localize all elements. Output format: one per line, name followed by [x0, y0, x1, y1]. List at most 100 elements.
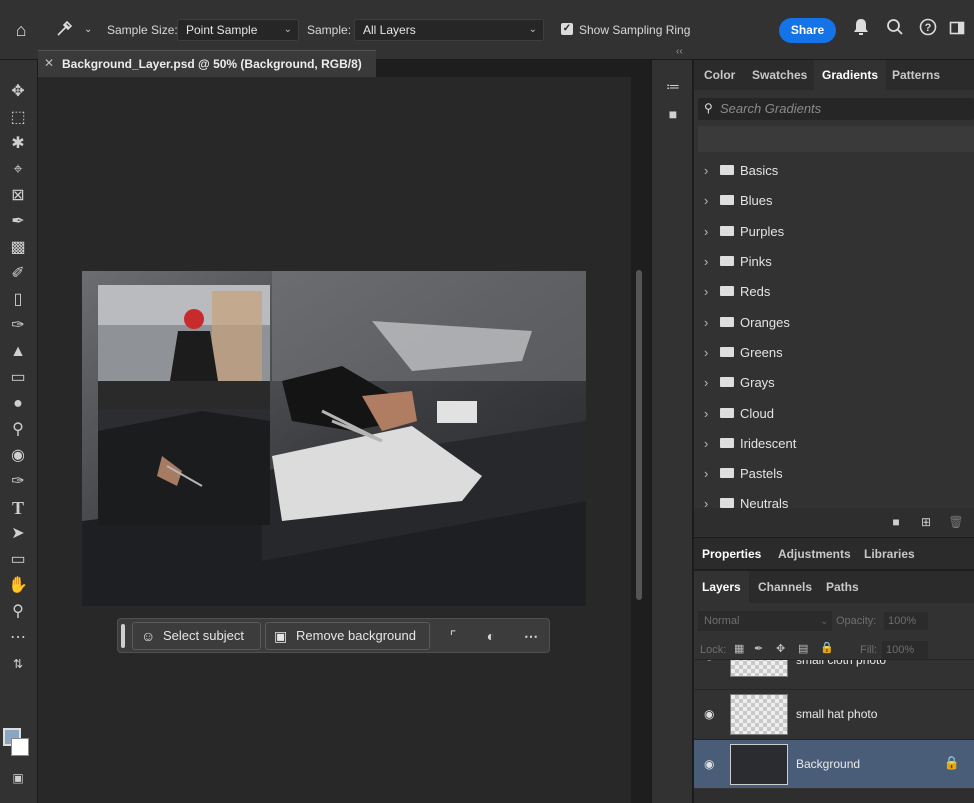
clone-stamp-tool-icon[interactable]: ▯ — [4, 288, 32, 312]
more-tools-icon[interactable]: ⋯ — [4, 626, 32, 650]
visibility-eye-icon[interactable]: ◉ — [704, 707, 714, 721]
tab-adjustments[interactable]: Adjustments — [778, 538, 851, 570]
show-sampling-ring-checkbox[interactable]: ✓ — [561, 23, 573, 35]
gradient-group-grays[interactable]: › Grays — [704, 373, 775, 393]
object-selection-tool-icon[interactable]: ✱ — [4, 132, 32, 156]
tab-layers[interactable]: Layers — [694, 571, 749, 603]
close-icon[interactable]: ✕ — [44, 56, 54, 70]
move-tool-icon[interactable]: ✥ — [4, 80, 32, 104]
select-subject-button[interactable]: ☺ Select subject — [132, 622, 261, 650]
dodge-tool-icon[interactable]: ⚲ — [4, 418, 32, 442]
drag-handle[interactable] — [121, 624, 125, 648]
gradient-group-iridescent[interactable]: › Iridescent — [704, 434, 796, 454]
gradient-tool-icon[interactable]: ▭ — [4, 366, 32, 390]
share-button[interactable]: Share — [779, 18, 836, 43]
eraser-tool-icon[interactable]: ▲ — [4, 340, 32, 364]
marquee-tool-icon[interactable]: ⬚ — [4, 106, 32, 130]
comments-panel-icon[interactable]: ■ — [664, 105, 682, 123]
hand-tool-icon[interactable]: ✋ — [4, 574, 32, 598]
tab-color[interactable]: Color — [704, 60, 735, 90]
svg-text:?: ? — [925, 22, 932, 34]
gradient-search-field[interactable]: ⚲ Search Gradients — [698, 98, 974, 120]
layer-row[interactable]: ◉ small cloth photo — [694, 659, 974, 677]
properties-panel-tabs: Properties Adjustments Libraries — [694, 537, 974, 569]
layers-panel: Layers Channels Paths Normal ⌄ Opacity: … — [694, 571, 974, 803]
trash-icon[interactable]: 🗑 — [948, 514, 964, 530]
new-gradient-icon[interactable]: ⊞ — [918, 514, 934, 530]
gradient-group-reds[interactable]: › Reds — [704, 282, 770, 302]
pen-tool-icon[interactable]: ✑ — [4, 470, 32, 494]
eyedropper-tool-icon[interactable]: ✒ — [4, 210, 32, 234]
layer-name: small cloth photo — [796, 659, 887, 667]
layers-tab-bar: Layers Channels Paths — [694, 571, 974, 603]
brush-tool-icon[interactable]: ✐ — [4, 262, 32, 286]
tab-patterns[interactable]: Patterns — [892, 60, 940, 90]
zoom-tool-icon[interactable]: ⚲ — [4, 600, 32, 624]
layer-row[interactable]: ◉ small hat photo — [694, 689, 974, 738]
smudge-tool-icon[interactable]: ◉ — [4, 444, 32, 468]
history-brush-tool-icon[interactable]: ✑ — [4, 314, 32, 338]
tab-swatches[interactable]: Swatches — [752, 60, 807, 90]
gradient-group-greens[interactable]: › Greens — [704, 343, 783, 363]
folder-icon — [720, 226, 734, 236]
transform-icon[interactable]: ⌜ — [442, 625, 464, 647]
gradient-group-blues[interactable]: › Blues — [704, 191, 773, 211]
lock-artboard-icon[interactable]: ▤ — [798, 642, 808, 655]
path-selection-tool-icon[interactable]: ➤ — [4, 522, 32, 546]
gradient-group-neutrals[interactable]: › Neutrals — [704, 494, 788, 508]
visibility-eye-icon[interactable]: ◉ — [704, 757, 714, 771]
tab-properties[interactable]: Properties — [702, 538, 761, 570]
gradient-group-pinks[interactable]: › Pinks — [704, 252, 772, 272]
remove-background-button[interactable]: ▣ Remove background — [265, 622, 430, 650]
healing-brush-tool-icon[interactable]: ▩ — [4, 236, 32, 260]
crop-tool-icon[interactable]: ⌖ — [4, 158, 32, 182]
background-color-swatch[interactable] — [11, 738, 29, 756]
layer-row-background[interactable]: ◉ Background 🔒 — [694, 739, 974, 788]
blur-tool-icon[interactable]: ● — [4, 392, 32, 416]
tool-preset-chevron-icon[interactable]: ⌄ — [84, 20, 92, 40]
help-icon[interactable]: ? — [917, 18, 939, 42]
new-group-folder-icon[interactable]: ■ — [888, 514, 904, 530]
gradient-group-label: Reds — [740, 284, 771, 299]
workspace-layout-icon[interactable] — [946, 18, 968, 42]
more-options-icon[interactable]: ⋯ — [520, 625, 542, 647]
tab-libraries[interactable]: Libraries — [864, 538, 915, 570]
sample-size-select[interactable]: Point Sample ⌄ — [177, 19, 299, 41]
quick-mask-icon[interactable]: ▣ — [4, 766, 32, 790]
lock-all-icon[interactable]: 🔒 — [820, 641, 834, 654]
opacity-field[interactable]: 100% — [884, 612, 928, 630]
gradient-group-pastels[interactable]: › Pastels — [704, 464, 783, 484]
adjustment-layer-icon[interactable]: ◐ — [480, 625, 502, 647]
tab-paths[interactable]: Paths — [826, 571, 859, 603]
eyedropper-tool-icon[interactable] — [54, 18, 76, 42]
frame-tool-icon[interactable]: ⊠ — [4, 184, 32, 208]
type-tool-icon[interactable]: T — [4, 496, 32, 520]
notifications-bell-icon[interactable] — [850, 18, 872, 42]
blend-mode-select[interactable]: Normal ⌄ — [698, 611, 832, 631]
collapse-panels-icon[interactable]: ‹‹ — [676, 46, 683, 57]
rectangle-tool-icon[interactable]: ▭ — [4, 548, 32, 572]
lock-transparent-icon[interactable]: ▦ — [734, 642, 744, 655]
folder-icon — [720, 317, 734, 327]
gradient-group-oranges[interactable]: › Oranges — [704, 313, 790, 333]
search-icon[interactable] — [884, 18, 906, 42]
gradient-group-basics[interactable]: › Basics — [704, 161, 778, 181]
document-image[interactable] — [82, 271, 586, 606]
vertical-scrollbar[interactable] — [636, 270, 642, 600]
chevron-right-icon: › — [704, 193, 709, 208]
tab-gradients[interactable]: Gradients — [814, 60, 887, 90]
gradient-group-cloud[interactable]: › Cloud — [704, 404, 774, 424]
lock-position-icon[interactable]: ✥ — [776, 642, 785, 655]
swap-colors-icon[interactable]: ⇅ — [4, 652, 32, 676]
tab-channels[interactable]: Channels — [758, 571, 812, 603]
sample-select[interactable]: All Layers ⌄ — [354, 19, 544, 41]
gradient-group-purples[interactable]: › Purples — [704, 222, 784, 242]
gradient-group-label: Oranges — [740, 315, 790, 330]
home-icon[interactable]: ⌂ — [10, 18, 32, 42]
chevron-right-icon: › — [704, 284, 709, 299]
history-panel-icon[interactable]: ≔ — [664, 77, 682, 95]
visibility-eye-icon[interactable]: ◉ — [704, 660, 714, 662]
fill-field[interactable]: 100% — [882, 641, 928, 659]
lock-image-icon[interactable]: ✒ — [754, 642, 763, 655]
document-tab[interactable]: ✕ Background_Layer.psd @ 50% (Background… — [38, 50, 376, 77]
